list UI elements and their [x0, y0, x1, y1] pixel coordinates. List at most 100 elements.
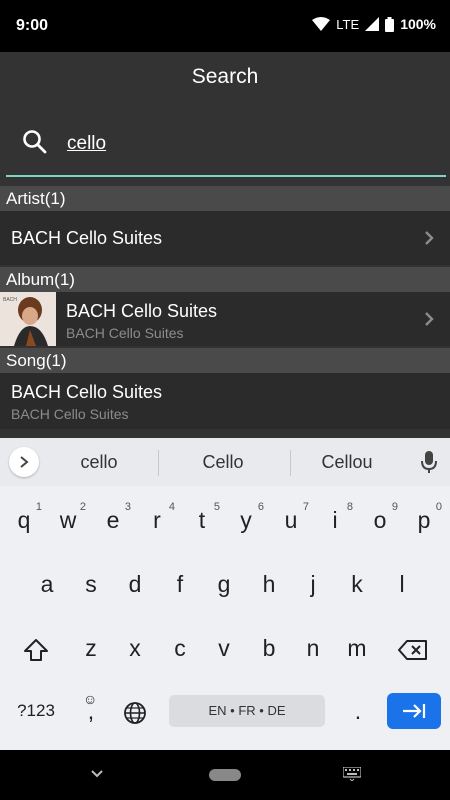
chevron-down-icon[interactable]	[90, 767, 104, 786]
key-label: q	[17, 507, 31, 533]
key-f[interactable]: f	[158, 558, 202, 610]
keyboard-switch-icon[interactable]	[342, 766, 362, 786]
key-p[interactable]: p0	[402, 494, 446, 546]
song-row-subtitle: BACH Cello Suites	[11, 406, 129, 422]
key-t[interactable]: t5	[180, 494, 224, 546]
album-row[interactable]: BACH BACH Cello Suites BACH Cello Suites	[0, 292, 450, 346]
key-hint: 8	[346, 501, 353, 513]
key-h[interactable]: h	[247, 558, 291, 610]
key-b[interactable]: b	[247, 622, 291, 674]
suggestion-bar: cello Cello Cellou	[0, 438, 450, 486]
key-k[interactable]: k	[335, 558, 379, 610]
search-input[interactable]: cello	[67, 133, 106, 155]
battery-level: 100%	[400, 16, 436, 32]
key-label: o	[373, 507, 387, 533]
key-w[interactable]: w2	[46, 494, 90, 546]
symbols-key[interactable]: ?123	[8, 685, 64, 737]
emoji-icon: ☺	[83, 691, 98, 707]
artist-row[interactable]: BACH Cello Suites	[0, 211, 450, 265]
song-row[interactable]: BACH Cello Suites BACH Cello Suites	[0, 373, 450, 429]
key-hint: 0	[435, 501, 442, 513]
key-hint: 2	[79, 501, 86, 513]
key-e[interactable]: e3	[91, 494, 135, 546]
signal-icon	[365, 17, 380, 31]
key-x[interactable]: x	[113, 622, 157, 674]
key-label: r	[153, 507, 161, 533]
key-hint: 1	[35, 501, 42, 513]
svg-text:BACH: BACH	[3, 297, 17, 303]
artist-section-header: Artist(1)	[0, 186, 450, 211]
period-key[interactable]: .	[336, 685, 380, 737]
suggestion-1[interactable]: cello	[68, 452, 130, 473]
key-r[interactable]: r4	[135, 494, 179, 546]
suggestion-2[interactable]: Cello	[192, 452, 254, 473]
key-m[interactable]: m	[335, 622, 379, 674]
key-hint: 4	[168, 501, 175, 513]
key-hint: 7	[302, 501, 309, 513]
search-icon	[22, 129, 48, 160]
key-label: y	[240, 507, 252, 533]
expand-toolbar-button[interactable]	[9, 447, 39, 477]
key-u[interactable]: u7	[269, 494, 313, 546]
key-label: i	[332, 507, 338, 533]
key-hint: 6	[257, 501, 264, 513]
status-time: 9:00	[16, 17, 49, 34]
backspace-key[interactable]	[391, 622, 435, 674]
artist-row-title: BACH Cello Suites	[11, 228, 163, 248]
comma-key[interactable]: ☺ ,	[69, 685, 113, 737]
search-field[interactable]: cello	[6, 125, 446, 177]
key-z[interactable]: z	[69, 622, 113, 674]
suggestion-divider	[158, 450, 159, 476]
key-i[interactable]: i8	[313, 494, 357, 546]
soft-keyboard: cello Cello Cellou q1 w2 e3 r4 t5 y6 u7 …	[0, 438, 450, 750]
key-n[interactable]: n	[291, 622, 335, 674]
chevron-right-icon	[424, 311, 434, 332]
page-title: Search	[191, 65, 259, 88]
network-type: LTE	[336, 16, 360, 32]
tab-arrow-icon	[403, 704, 426, 718]
wifi-icon	[312, 17, 331, 31]
search-screen: Search cello Artist(1) BACH Cello Suites…	[0, 52, 450, 438]
backspace-icon	[398, 639, 427, 660]
system-nav-bar	[0, 750, 450, 800]
key-o[interactable]: o9	[358, 494, 402, 546]
key-label: w	[59, 507, 77, 533]
key-c[interactable]: c	[158, 622, 202, 674]
key-q[interactable]: q1	[2, 494, 46, 546]
key-label: p	[417, 507, 431, 533]
song-section-header: Song(1)	[0, 348, 450, 373]
suggestion-divider	[290, 450, 291, 476]
key-v[interactable]: v	[202, 622, 246, 674]
album-row-subtitle: BACH Cello Suites	[66, 325, 184, 341]
shift-key[interactable]	[14, 622, 58, 674]
song-row-title: BACH Cello Suites	[11, 382, 163, 402]
key-label: u	[284, 507, 298, 533]
key-j[interactable]: j	[291, 558, 335, 610]
key-l[interactable]: l	[380, 558, 424, 610]
key-hint: 3	[124, 501, 131, 513]
album-art: BACH	[0, 292, 56, 346]
key-hint: 9	[391, 501, 398, 513]
suggestion-3[interactable]: Cellou	[314, 452, 380, 473]
search-underline	[6, 175, 446, 177]
language-key[interactable]	[113, 685, 157, 737]
enter-button[interactable]	[387, 693, 441, 729]
battery-icon	[385, 16, 395, 32]
key-y[interactable]: y6	[224, 494, 268, 546]
key-s[interactable]: s	[69, 558, 113, 610]
key-label: e	[106, 507, 120, 533]
status-icons: LTE 100%	[312, 16, 436, 32]
album-row-title: BACH Cello Suites	[66, 301, 218, 321]
key-g[interactable]: g	[202, 558, 246, 610]
key-label: t	[198, 507, 206, 533]
key-d[interactable]: d	[113, 558, 157, 610]
shift-icon	[24, 638, 48, 661]
status-bar: 9:00 LTE 100%	[0, 0, 450, 52]
microphone-icon[interactable]	[420, 450, 438, 479]
space-bar[interactable]: EN • FR • DE	[169, 695, 325, 727]
album-section-header: Album(1)	[0, 267, 450, 292]
chevron-right-icon	[424, 230, 434, 251]
home-button[interactable]	[209, 769, 241, 781]
key-a[interactable]: a	[25, 558, 69, 610]
globe-icon	[124, 702, 146, 724]
